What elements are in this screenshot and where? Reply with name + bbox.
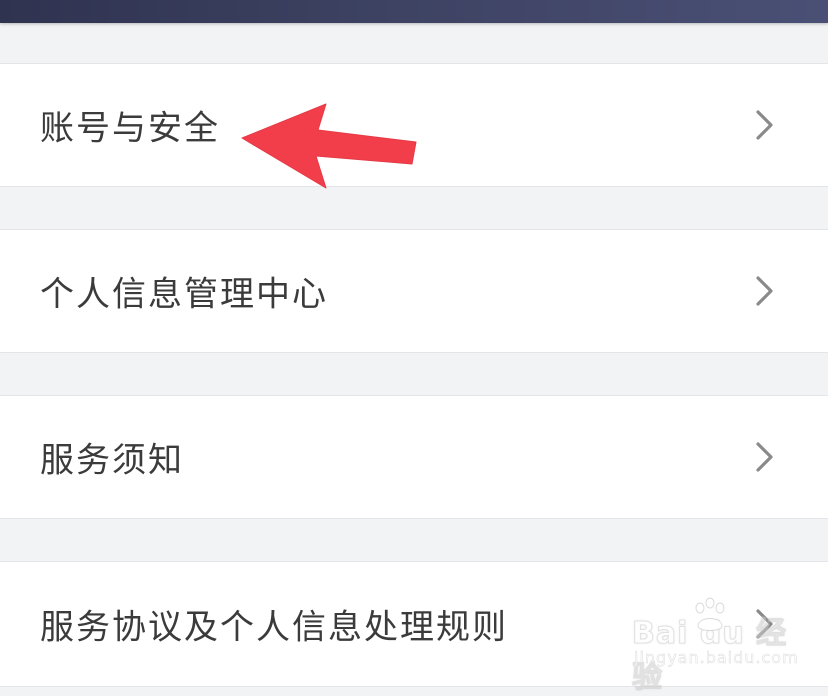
menu-item-label: 账号与安全 [40, 108, 220, 149]
chevron-right-icon [756, 110, 773, 140]
baidu-jingyan-watermark: Bai du 经验 jingyan.baidu.com [628, 596, 798, 696]
chevron-right-icon [756, 442, 773, 472]
menu-item-personal-info-center[interactable]: 个人信息管理中心 [0, 229, 828, 353]
menu-item-label: 服务协议及个人信息处理规则 [40, 607, 508, 648]
menu-item-label: 服务须知 [40, 440, 184, 481]
menu-item-label: 个人信息管理中心 [40, 274, 328, 315]
red-arrow-annotation [241, 103, 417, 189]
header-bar [0, 0, 828, 23]
menu-item-service-notice[interactable]: 服务须知 [0, 395, 828, 519]
watermark-url: jingyan.baidu.com [634, 648, 799, 668]
paw-icon [695, 597, 725, 631]
chevron-right-icon [756, 276, 773, 306]
